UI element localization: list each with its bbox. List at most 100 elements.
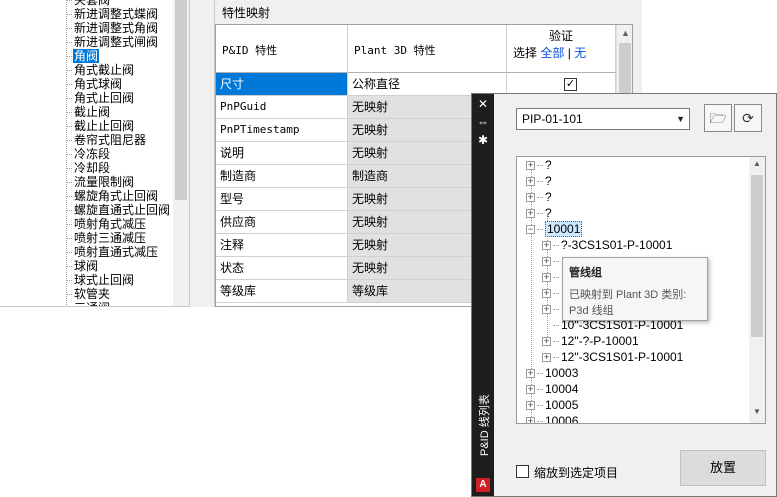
- tree-item[interactable]: 喷射直通式减压: [66, 245, 159, 259]
- place-button[interactable]: 放置: [680, 450, 766, 486]
- collapse-icon[interactable]: −: [526, 225, 535, 235]
- tree-item[interactable]: 球式止回阀: [66, 273, 135, 287]
- tree-node-label: 10005: [545, 398, 579, 412]
- tree-node[interactable]: +?: [526, 189, 552, 205]
- expand-icon[interactable]: +: [526, 177, 535, 187]
- scroll-down-icon[interactable]: ▼: [749, 407, 765, 416]
- close-icon[interactable]: ✕: [476, 97, 490, 111]
- expand-icon[interactable]: +: [526, 193, 535, 203]
- select-all-link[interactable]: 全部: [540, 46, 564, 60]
- auto-hide-icon[interactable]: ⇔: [476, 115, 490, 129]
- tree-child-node[interactable]: + ?-3CS1S01-P-10001: [542, 237, 672, 253]
- tree-connector: [66, 154, 72, 156]
- pid-property-cell[interactable]: 注释: [216, 234, 348, 257]
- tree-connector: [66, 56, 72, 58]
- component-tree[interactable]: 夹套阀 新进调整式蝶阀 新进调整式角阀 新进调整式闸阀 角阀 角式截止阀 角式球阀 角式止回阀…: [0, 0, 190, 307]
- tree-child-node[interactable]: +: [542, 285, 561, 301]
- expand-icon[interactable]: +: [542, 337, 551, 347]
- scroll-up-icon[interactable]: ▲: [749, 159, 765, 168]
- open-folder-button[interactable]: 🗁: [704, 104, 732, 132]
- scrollbar-thumb[interactable]: [751, 175, 763, 337]
- expand-icon[interactable]: +: [526, 161, 535, 171]
- column-header-plant3d[interactable]: Plant 3D 特性: [348, 25, 507, 73]
- tree-node[interactable]: +10004: [526, 381, 578, 397]
- expand-icon[interactable]: +: [526, 385, 535, 395]
- tree-item[interactable]: 新进调整式角阀: [66, 21, 159, 35]
- component-tree-scrollbar[interactable]: [173, 0, 189, 306]
- tree-item[interactable]: 截止阀: [66, 105, 111, 119]
- tree-node[interactable]: +10006: [526, 413, 579, 424]
- verify-checkbox[interactable]: ✓: [564, 78, 577, 91]
- select-none-link[interactable]: 无: [574, 46, 586, 60]
- tree-item-label: 冷冻段: [74, 147, 111, 161]
- tree-item[interactable]: 冷冻段: [66, 147, 111, 161]
- expand-icon[interactable]: +: [526, 417, 535, 423]
- tree-item[interactable]: 夹套阀: [66, 0, 111, 7]
- tree-node[interactable]: −10001: [526, 221, 583, 237]
- expand-icon[interactable]: +: [526, 401, 535, 411]
- tree-item[interactable]: 流量限制阀: [66, 175, 135, 189]
- scrollbar-thumb[interactable]: [175, 0, 187, 200]
- expand-icon[interactable]: +: [542, 353, 551, 363]
- tree-child-node[interactable]: +: [542, 253, 561, 269]
- pid-property-cell[interactable]: 等级库: [216, 280, 348, 303]
- tree-item[interactable]: 冷却段: [66, 161, 111, 175]
- tree-node-label: 10006: [545, 414, 579, 424]
- tree-child-node[interactable]: +: [542, 301, 561, 317]
- zoom-to-selection-checkbox[interactable]: [516, 465, 529, 478]
- tree-child-node[interactable]: +: [542, 269, 561, 285]
- tree-item[interactable]: 角式截止阀: [66, 63, 135, 77]
- line-tree-scrollbar[interactable]: ▲ ▼: [749, 157, 765, 423]
- pid-property-cell[interactable]: 尺寸: [216, 73, 348, 96]
- chevron-down-icon[interactable]: ▼: [676, 109, 685, 129]
- tree-item-label: 角式止回阀: [74, 91, 135, 105]
- expand-icon[interactable]: +: [542, 241, 551, 251]
- tree-item[interactable]: 喷射三通减压: [66, 231, 147, 245]
- tree-node[interactable]: +10003: [526, 365, 578, 381]
- tree-item[interactable]: 角阀: [66, 49, 100, 63]
- pid-property-cell[interactable]: 说明: [216, 142, 348, 165]
- project-dropdown[interactable]: PIP-01-101 ▼: [516, 108, 690, 130]
- tree-connector: [66, 252, 72, 254]
- tree-item[interactable]: 卷帘式阻尼器: [66, 133, 147, 147]
- refresh-button[interactable]: ⟳: [734, 104, 762, 132]
- pid-property-cell[interactable]: 供应商: [216, 211, 348, 234]
- tree-connector: [66, 224, 72, 226]
- pid-property-cell[interactable]: 制造商: [216, 165, 348, 188]
- tree-child-node[interactable]: +12"-3CS1S01-P-10001: [542, 349, 683, 365]
- palette-title-bar[interactable]: ✕ ⇔ ✱ P&ID 线列表 A: [472, 94, 494, 496]
- tree-item-label: 角式球阀: [74, 77, 123, 91]
- tree-item[interactable]: 新进调整式闸阀: [66, 35, 159, 49]
- pid-property-cell[interactable]: 状态: [216, 257, 348, 280]
- expand-icon[interactable]: +: [542, 257, 551, 267]
- tree-item[interactable]: 喷射角式减压: [66, 217, 147, 231]
- pid-property-cell[interactable]: 型号: [216, 188, 348, 211]
- tree-connector: [553, 245, 559, 247]
- expand-icon[interactable]: +: [526, 369, 535, 379]
- tree-item[interactable]: 螺旋直通式止回阀: [66, 203, 171, 217]
- column-header-pid[interactable]: P&ID 特性: [216, 25, 348, 73]
- expand-icon[interactable]: +: [542, 289, 551, 299]
- tree-item[interactable]: 截止止回阀: [66, 119, 135, 133]
- tree-item[interactable]: 三通阀: [66, 301, 111, 306]
- tree-item[interactable]: 角式球阀: [66, 77, 123, 91]
- tree-node[interactable]: +?: [526, 205, 552, 221]
- expand-icon[interactable]: +: [526, 209, 535, 219]
- expand-icon[interactable]: +: [542, 305, 551, 315]
- tree-child-node[interactable]: +12"-?-P-10001: [542, 333, 639, 349]
- tree-node[interactable]: +10005: [526, 397, 578, 413]
- settings-icon[interactable]: ✱: [476, 133, 490, 147]
- tree-connector: [553, 261, 559, 263]
- scroll-up-icon[interactable]: ▲: [617, 25, 632, 42]
- pid-property-cell[interactable]: PnPGuid: [216, 96, 348, 119]
- pid-property-cell[interactable]: PnPTimestamp: [216, 119, 348, 142]
- tree-item[interactable]: 新进调整式蝶阀: [66, 7, 159, 21]
- tree-item[interactable]: 软管夹: [66, 287, 111, 301]
- tree-node[interactable]: +?: [526, 157, 552, 173]
- expand-icon[interactable]: +: [542, 273, 551, 283]
- tree-node[interactable]: +?: [526, 173, 552, 189]
- tree-item[interactable]: 球阀: [66, 259, 99, 273]
- tree-item[interactable]: 角式止回阀: [66, 91, 135, 105]
- tree-item[interactable]: 螺旋角式止回阀: [66, 189, 159, 203]
- tooltip-line-2: P3d 线组: [569, 305, 614, 317]
